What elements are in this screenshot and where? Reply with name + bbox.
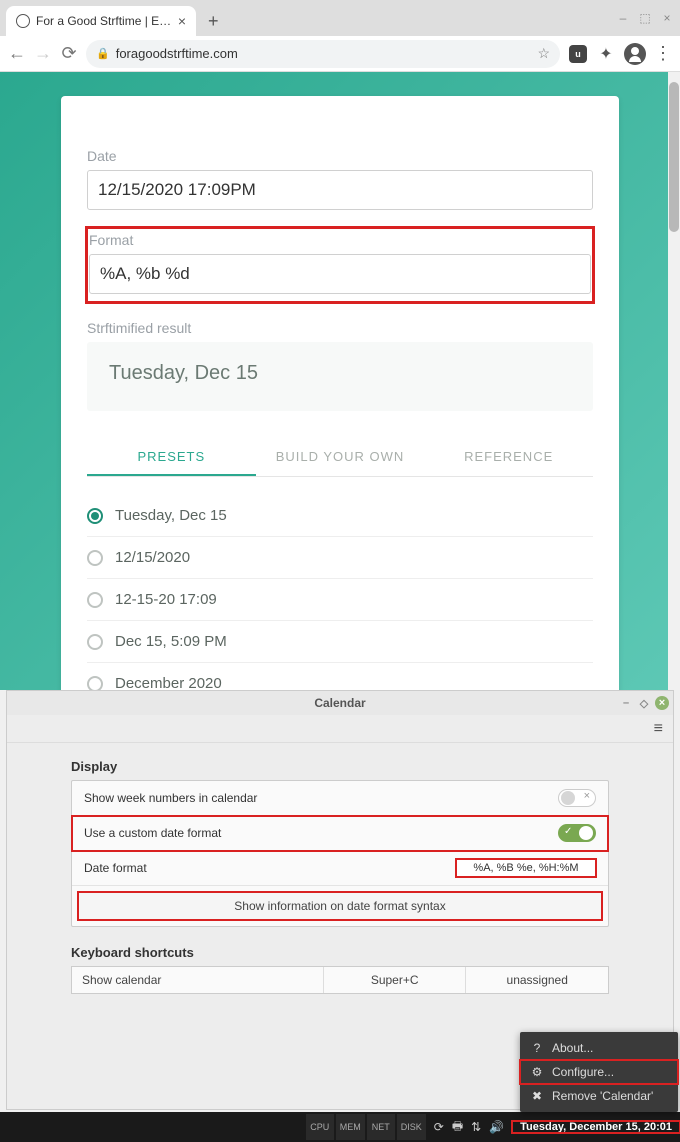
keyboard-shortcuts-table: Show calendar Super+C unassigned bbox=[71, 966, 609, 994]
cpu-monitor[interactable]: CPU bbox=[306, 1114, 334, 1140]
volume-icon[interactable]: 🔊 bbox=[489, 1120, 504, 1134]
format-input[interactable]: %A, %b %d bbox=[89, 254, 591, 294]
ublock-icon[interactable]: u bbox=[568, 44, 588, 64]
date-input[interactable]: 12/15/2020 17:09PM bbox=[87, 170, 593, 210]
lock-icon: 🔒 bbox=[96, 47, 110, 60]
tab-reference[interactable]: REFERENCE bbox=[424, 439, 593, 476]
net-monitor[interactable]: NET bbox=[367, 1114, 395, 1140]
toggle-custom-format[interactable] bbox=[558, 824, 596, 842]
ctx-remove[interactable]: ✖ Remove 'Calendar' bbox=[520, 1084, 678, 1108]
mode-tabs: PRESETS BUILD YOUR OWN REFERENCE bbox=[87, 439, 593, 477]
calendar-toolbar: ≡ bbox=[7, 715, 673, 743]
preset-option[interactable]: December 2020 bbox=[87, 663, 593, 690]
format-label: Format bbox=[89, 232, 591, 248]
extensions-icon[interactable]: ✦ bbox=[596, 44, 616, 64]
ctx-about[interactable]: ? About... bbox=[520, 1036, 678, 1060]
back-icon[interactable]: ← bbox=[8, 43, 26, 64]
forward-icon[interactable]: → bbox=[34, 43, 52, 64]
address-bar[interactable]: 🔒 foragoodstrftime.com ☆ bbox=[86, 40, 560, 68]
keyboard-heading: Keyboard shortcuts bbox=[71, 945, 609, 960]
tab-build-your-own[interactable]: BUILD YOUR OWN bbox=[256, 439, 425, 476]
browser-menu-icon[interactable]: ⋮ bbox=[654, 43, 672, 64]
result-label: Strftimified result bbox=[87, 320, 593, 336]
tab-close-icon[interactable]: × bbox=[178, 13, 186, 29]
row-date-format: Date format bbox=[72, 851, 608, 886]
gear-icon: ⚙ bbox=[530, 1065, 544, 1079]
taskbar-clock[interactable]: Tuesday, December 15, 20:01 bbox=[512, 1121, 680, 1133]
date-format-info-button[interactable]: Show information on date format syntax bbox=[78, 892, 602, 920]
window-maximize-icon[interactable]: ◇ bbox=[637, 696, 651, 710]
radio-icon bbox=[87, 676, 103, 691]
bookmark-star-icon[interactable]: ☆ bbox=[537, 45, 550, 62]
globe-icon bbox=[16, 14, 30, 28]
date-label: Date bbox=[87, 148, 593, 164]
disk-monitor[interactable]: DISK bbox=[397, 1114, 426, 1140]
mem-monitor[interactable]: MEM bbox=[336, 1114, 365, 1140]
hamburger-menu-icon[interactable]: ≡ bbox=[654, 720, 663, 738]
radio-icon bbox=[87, 508, 103, 524]
help-icon: ? bbox=[530, 1041, 544, 1055]
window-close-icon[interactable]: × bbox=[660, 11, 674, 25]
window-close-icon[interactable]: × bbox=[655, 696, 669, 710]
tab-presets[interactable]: PRESETS bbox=[87, 439, 256, 476]
date-format-input[interactable] bbox=[456, 859, 596, 877]
calendar-titlebar: Calendar – ◇ × bbox=[7, 691, 673, 715]
calendar-title: Calendar bbox=[314, 696, 365, 710]
scrollbar-track[interactable] bbox=[668, 72, 680, 690]
row-custom-format: Use a custom date format bbox=[72, 816, 608, 851]
new-tab-button[interactable]: + bbox=[202, 11, 225, 32]
applet-context-menu: ? About... ⚙ Configure... ✖ Remove 'Cale… bbox=[520, 1032, 678, 1112]
preset-option[interactable]: 12/15/2020 bbox=[87, 537, 593, 579]
system-monitor: CPU MEM NET DISK bbox=[306, 1112, 426, 1142]
date-section: Date 12/15/2020 17:09PM bbox=[87, 148, 593, 210]
toggle-week-numbers[interactable] bbox=[558, 789, 596, 807]
reload-icon[interactable]: ⟳ bbox=[60, 43, 78, 64]
url-text: foragoodstrftime.com bbox=[116, 46, 532, 61]
row-week-numbers: Show week numbers in calendar bbox=[72, 781, 608, 816]
kb-binding-secondary[interactable]: unassigned bbox=[466, 967, 608, 993]
ctx-configure[interactable]: ⚙ Configure... bbox=[520, 1060, 678, 1084]
preset-option[interactable]: Tuesday, Dec 15 bbox=[87, 495, 593, 537]
preset-option[interactable]: Dec 15, 5:09 PM bbox=[87, 621, 593, 663]
result-section: Strftimified result Tuesday, Dec 15 bbox=[87, 320, 593, 411]
profile-avatar-icon[interactable] bbox=[624, 43, 646, 65]
preset-option[interactable]: 12-15-20 17:09 bbox=[87, 579, 593, 621]
page-content: Date 12/15/2020 17:09PM Format %A, %b %d… bbox=[0, 72, 680, 690]
kb-binding-primary[interactable]: Super+C bbox=[324, 967, 467, 993]
remove-icon: ✖ bbox=[530, 1089, 544, 1103]
browser-toolbar: ← → ⟳ 🔒 foragoodstrftime.com ☆ u ✦ ⋮ bbox=[0, 36, 680, 72]
printer-icon[interactable]: 🖶 bbox=[452, 1117, 463, 1138]
window-minimize-icon[interactable]: – bbox=[616, 11, 630, 25]
window-minimize-icon[interactable]: – bbox=[619, 696, 633, 710]
preset-list: Tuesday, Dec 15 12/15/2020 12-15-20 17:0… bbox=[87, 495, 593, 690]
display-panel: Show week numbers in calendar Use a cust… bbox=[71, 780, 609, 927]
system-tray: ⟳ 🖶 ⇅ 🔊 bbox=[426, 1117, 512, 1138]
radio-icon bbox=[87, 592, 103, 608]
window-maximize-icon[interactable]: ⬚ bbox=[638, 11, 652, 25]
tab-title: For a Good Strftime | Easy Ske bbox=[36, 14, 172, 28]
result-output: Tuesday, Dec 15 bbox=[87, 342, 593, 411]
format-section: Format %A, %b %d bbox=[87, 228, 593, 302]
browser-window: For a Good Strftime | Easy Ske × + – ⬚ ×… bbox=[0, 0, 680, 690]
kb-action-label: Show calendar bbox=[72, 967, 324, 993]
browser-tab[interactable]: For a Good Strftime | Easy Ske × bbox=[6, 6, 196, 36]
radio-icon bbox=[87, 634, 103, 650]
network-icon[interactable]: ⇅ bbox=[471, 1120, 481, 1134]
radio-icon bbox=[87, 550, 103, 566]
browser-tabstrip: For a Good Strftime | Easy Ske × + – ⬚ × bbox=[0, 0, 680, 36]
display-heading: Display bbox=[71, 759, 609, 774]
updates-icon[interactable]: ⟳ bbox=[434, 1120, 444, 1134]
taskbar: CPU MEM NET DISK ⟳ 🖶 ⇅ 🔊 Tuesday, Decemb… bbox=[0, 1112, 680, 1142]
scrollbar-thumb[interactable] bbox=[669, 82, 679, 232]
strftime-card: Date 12/15/2020 17:09PM Format %A, %b %d… bbox=[61, 96, 619, 690]
